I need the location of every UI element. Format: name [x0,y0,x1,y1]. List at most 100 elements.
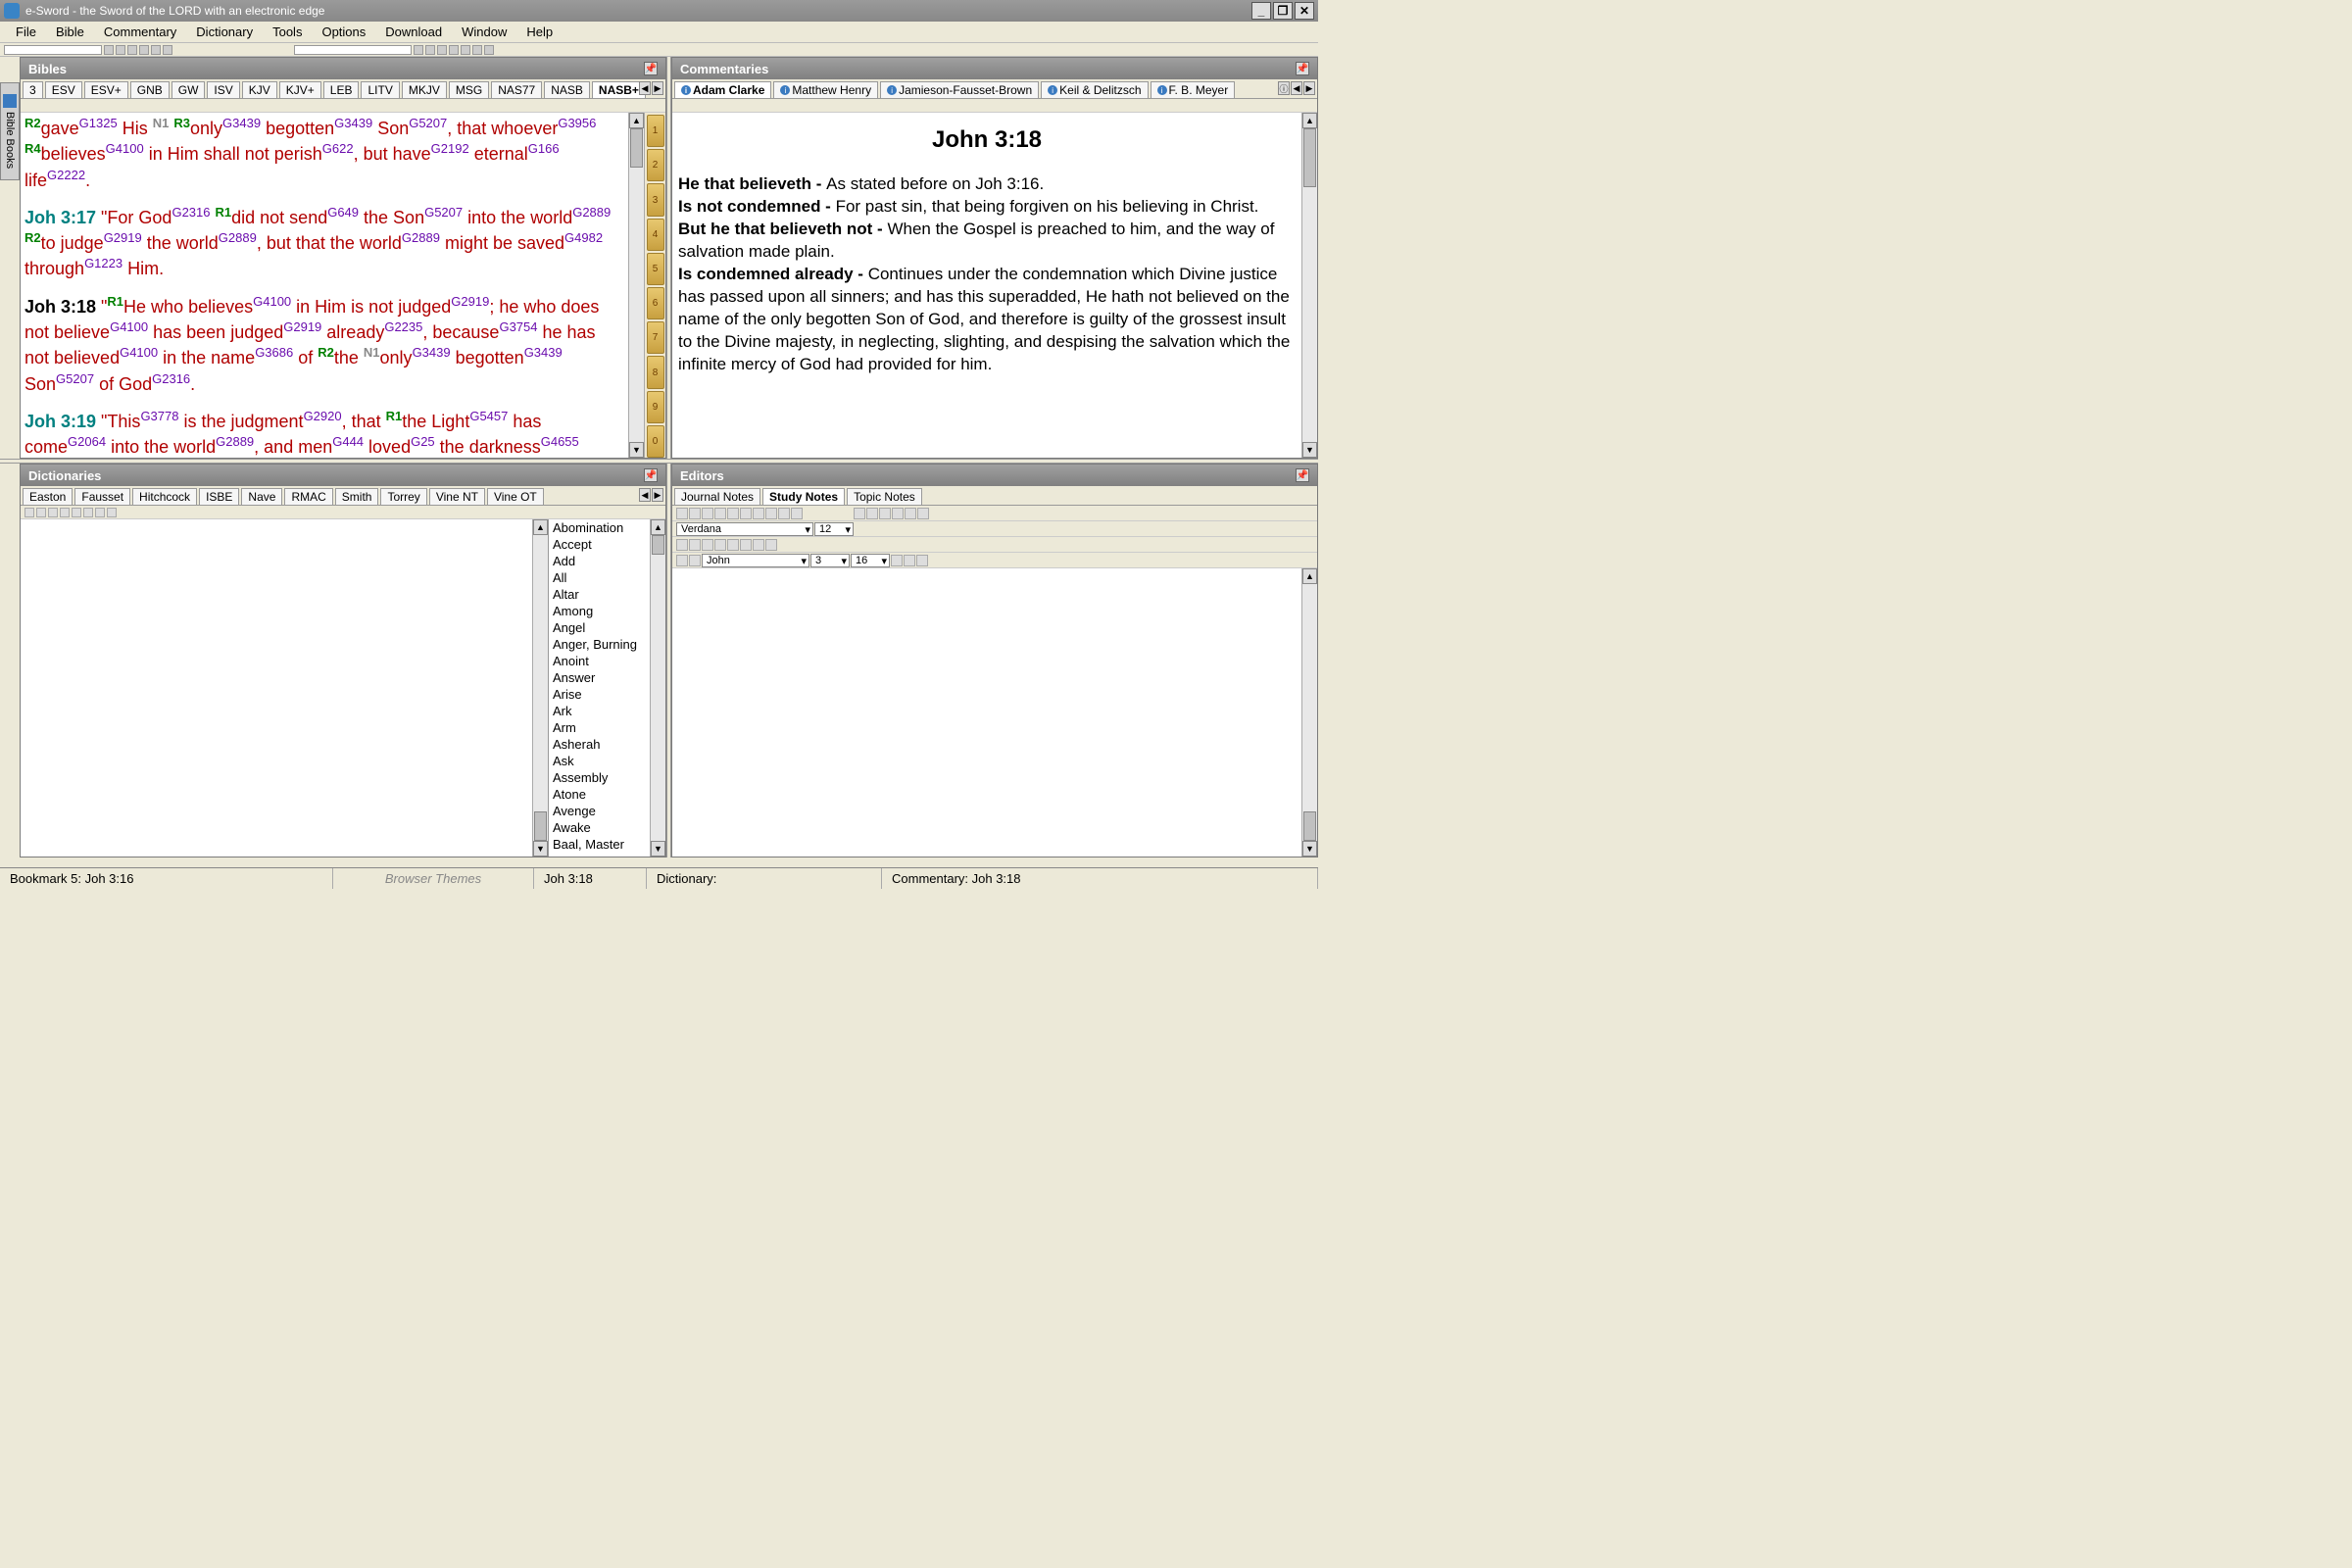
scroll-up-icon[interactable]: ▲ [629,113,644,128]
bible-tab-litv[interactable]: LITV [361,81,399,98]
pin-icon[interactable]: 📌 [1296,468,1309,482]
editor-scrollbar[interactable]: ▲▼ [1301,568,1317,857]
commentary-text[interactable]: John 3:18 He that believeth - As stated … [672,113,1301,458]
wordlist-item[interactable]: Answer [549,669,650,686]
wordlist-item[interactable]: Atone [549,786,650,803]
dictionary-tab[interactable]: Vine OT [487,488,544,505]
bookmark-2[interactable]: 2 [647,149,664,181]
bible-tab-gw[interactable]: GW [172,81,206,98]
wordlist-item[interactable]: Awake [549,819,650,836]
bookmark-8[interactable]: 8 [647,356,664,388]
wordlist-item[interactable]: All [549,569,650,586]
dictionary-tab[interactable]: Smith [335,488,379,505]
toolbar-icon[interactable] [104,45,114,55]
verse-ref[interactable]: Joh 3:18 [24,297,101,317]
tab-scroll-right[interactable]: ▶ [1303,81,1315,95]
bookmark-0[interactable]: 0 [647,425,664,458]
wordlist-item[interactable]: Avenge [549,803,650,819]
bible-tab-isv[interactable]: ISV [207,81,239,98]
menu-window[interactable]: Window [452,23,516,41]
italic-icon[interactable] [866,508,878,519]
menu-help[interactable]: Help [516,23,563,41]
menu-commentary[interactable]: Commentary [94,23,186,41]
dictionary-content[interactable]: ▲▼ [21,519,548,857]
bible-tab-gnb[interactable]: GNB [130,81,170,98]
wordlist-scrollbar[interactable]: ▲▼ [650,519,665,857]
wordlist-item[interactable]: Accept [549,536,650,553]
wordlist-item[interactable]: Anger, Burning [549,636,650,653]
dictionary-tab[interactable]: Torrey [380,488,426,505]
tab-scroll-right[interactable]: ▶ [652,81,663,95]
commentary-tab[interactable]: iAdam Clarke [674,81,771,98]
verse-ref[interactable]: Joh 3:19 [24,412,101,431]
dictionary-scrollbar[interactable]: ▲▼ [532,519,548,857]
commentary-tab[interactable]: iMatthew Henry [773,81,878,98]
tab-scroll-left[interactable]: ◀ [1291,81,1302,95]
minimize-button[interactable]: _ [1251,2,1271,20]
wordlist-item[interactable]: Abomination [549,519,650,536]
menu-bible[interactable]: Bible [46,23,94,41]
pin-icon[interactable]: 📌 [644,62,658,75]
bookmark-1[interactable]: 1 [647,115,664,147]
chapter-combo[interactable]: 3 [810,554,850,567]
wordlist-item[interactable]: Angel [549,619,650,636]
bookmark-4[interactable]: 4 [647,219,664,251]
bible-books-sidebar-tab[interactable]: Bible Books [0,82,20,180]
editor-tab[interactable]: Journal Notes [674,488,760,505]
editor-content[interactable] [672,568,1301,857]
toolbar-combo[interactable] [4,45,102,55]
bible-text[interactable]: R2gaveG1325 His N1 R3onlyG3439 begottenG… [21,113,628,458]
wordlist-item[interactable]: Arise [549,686,650,703]
wordlist-item[interactable]: Ark [549,703,650,719]
bookmark-3[interactable]: 3 [647,183,664,216]
bible-tab-leb[interactable]: LEB [323,81,360,98]
dictionary-tab[interactable]: Easton [23,488,73,505]
bookmark-7[interactable]: 7 [647,321,664,354]
commentary-tab[interactable]: iKeil & Delitzsch [1041,81,1148,98]
menu-download[interactable]: Download [375,23,452,41]
scroll-down-icon[interactable]: ▼ [629,442,644,458]
menu-file[interactable]: File [6,23,46,41]
wordlist-item[interactable]: Baal, Master [549,836,650,853]
wordlist-item[interactable]: Assembly [549,769,650,786]
wordlist-item[interactable]: Add [549,553,650,569]
dictionary-tab[interactable]: Nave [241,488,282,505]
wordlist-item[interactable]: Anoint [549,653,650,669]
commentary-tab[interactable]: iF. B. Meyer [1151,81,1236,98]
bible-tab-msg[interactable]: MSG [449,81,489,98]
verse-ref[interactable]: Joh 3:17 [24,208,101,227]
bible-tab-nasb[interactable]: NASB [544,81,590,98]
dictionary-tab[interactable]: ISBE [199,488,239,505]
dictionary-tab[interactable]: Vine NT [429,488,485,505]
bookmark-9[interactable]: 9 [647,391,664,423]
bible-tab-mkjv[interactable]: MKJV [402,81,447,98]
wordlist-item[interactable]: Asherah [549,736,650,753]
dictionary-tab[interactable]: RMAC [284,488,332,505]
bible-tab-esv[interactable]: ESV [45,81,82,98]
menu-tools[interactable]: Tools [263,23,312,41]
pin-icon[interactable]: 📌 [644,468,658,482]
dictionary-tab[interactable]: Fausset [74,488,130,505]
dictionary-tab[interactable]: Hitchcock [132,488,197,505]
bible-tab-nasb+[interactable]: NASB+ [592,81,646,98]
bible-tab-esv+[interactable]: ESV+ [84,81,128,98]
bible-tab-kjv+[interactable]: KJV+ [279,81,321,98]
wordlist-item[interactable]: Altar [549,586,650,603]
wordlist-item[interactable]: Ask [549,753,650,769]
fontsize-combo[interactable]: 12 [814,522,854,536]
close-button[interactable]: ✕ [1295,2,1314,20]
verse-combo[interactable]: 16 [851,554,890,567]
commentary-scrollbar[interactable]: ▲▼ [1301,113,1317,458]
bible-tab-nas77[interactable]: NAS77 [491,81,542,98]
dictionary-wordlist[interactable]: AbominationAcceptAddAllAltarAmongAngelAn… [549,519,650,857]
commentary-tab[interactable]: iJamieson-Fausset-Brown [880,81,1039,98]
wordlist-item[interactable]: Among [549,603,650,619]
wordlist-item[interactable]: Arm [549,719,650,736]
underline-icon[interactable] [879,508,891,519]
bookmark-5[interactable]: 5 [647,253,664,285]
bold-icon[interactable] [854,508,865,519]
tab-scroll-left[interactable]: ◀ [639,81,651,95]
bible-tab-3[interactable]: 3 [23,81,43,98]
book-combo[interactable]: John [702,554,809,567]
bible-tab-kjv[interactable]: KJV [242,81,277,98]
